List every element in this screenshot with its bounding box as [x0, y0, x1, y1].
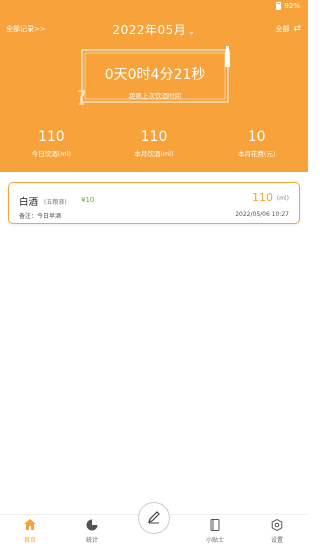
add-record-button[interactable] — [138, 502, 170, 534]
stat-month: 110 本月饮酒(ml) — [103, 128, 206, 158]
pencil-icon — [147, 509, 161, 528]
chevron-down-icon: ⌄ — [188, 27, 196, 36]
stats-row: 110 今日饮酒(ml) 110 本月饮酒(ml) 10 本月花费(元) — [0, 128, 308, 158]
month-selector[interactable]: 2022年05月 ⌄ — [0, 21, 308, 38]
pie-chart-icon — [72, 519, 112, 533]
nav-home-label: 首页 — [23, 537, 36, 544]
drink-price: ¥10 — [81, 196, 95, 204]
stat-value: 110 — [37, 129, 65, 145]
drink-brand: (五粮液) — [44, 199, 67, 206]
drink-time: 2022/05/06 10:27 — [235, 211, 289, 218]
stat-today: 110 今日饮酒(ml) — [0, 128, 103, 158]
stat-label: 今日饮酒(ml) — [31, 150, 71, 158]
notebook-icon — [195, 519, 235, 533]
nav-stats[interactable]: 统计 — [72, 519, 112, 544]
stat-value: 110 — [140, 129, 168, 145]
nav-tips-label: 小贴士 — [205, 537, 224, 544]
nav-settings-label: 设置 — [270, 537, 283, 544]
stat-cost: 10 本月花费(元) — [205, 128, 308, 158]
stat-label: 本月饮酒(ml) — [134, 150, 174, 158]
drink-note: 备注：今日早酒 — [19, 213, 62, 220]
battery-icon — [276, 2, 282, 10]
status-indicators: 92% — [276, 2, 300, 10]
filter-label: 全部 — [275, 25, 290, 33]
battery-level: 92% — [284, 2, 300, 10]
stat-value: 10 — [247, 129, 266, 145]
nav-home[interactable]: 首页 — [10, 519, 50, 544]
drink-name: 白酒 — [19, 197, 39, 208]
stat-label: 本月花费(元) — [237, 150, 276, 158]
swap-icon: ⇄ — [293, 24, 301, 34]
home-icon — [10, 519, 50, 533]
filter-toggle[interactable]: 全部 ⇄ — [275, 24, 301, 34]
summary-header: 全部记录>> 2022年05月 ⌄ 全部 ⇄ 0天0时4分21秒 距离上次饮酒时间… — [0, 14, 308, 172]
drink-amount: 110 — [252, 191, 273, 204]
elapsed-timer: 0天0时4分21秒 — [104, 67, 206, 83]
status-bar: 92% — [0, 0, 308, 14]
elapsed-timer-label: 距离上次饮酒时间 — [129, 92, 181, 100]
month-label: 2022年05月 — [112, 23, 187, 37]
drink-record-card[interactable]: 白酒 (五粮液) ¥10 备注：今日早酒 110 (ml) 2022/05/06… — [8, 182, 300, 224]
drink-unit: (ml) — [276, 195, 289, 202]
gear-icon — [257, 518, 297, 533]
nav-settings[interactable]: 设置 — [257, 518, 297, 544]
nav-stats-label: 统计 — [85, 537, 98, 544]
nav-tips[interactable]: 小贴士 — [195, 519, 235, 544]
timer-frame: 0天0时4分21秒 距离上次饮酒时间 — [78, 44, 232, 106]
